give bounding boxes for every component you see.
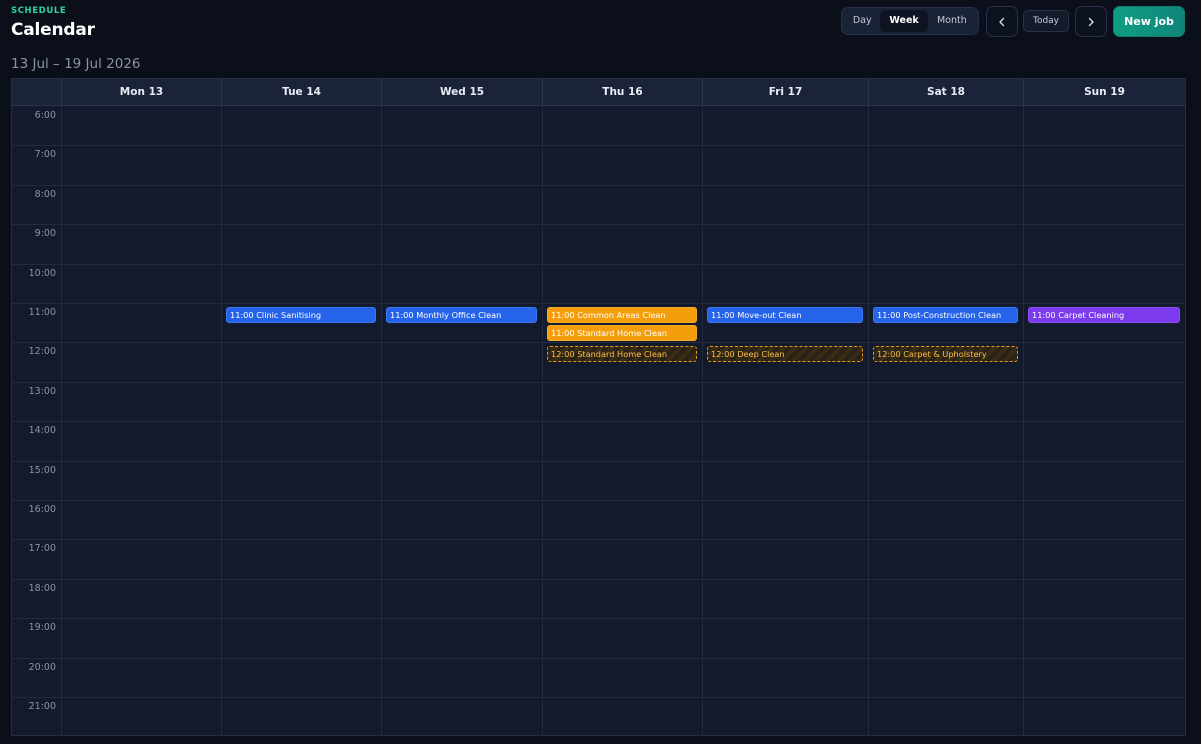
hour-divider bbox=[12, 224, 1185, 226]
previous-week-button[interactable] bbox=[986, 6, 1018, 37]
date-range-label: 13 Jul – 19 Jul 2026 bbox=[11, 56, 141, 72]
time-label: 21:00 bbox=[28, 701, 56, 712]
hour-divider bbox=[12, 578, 1185, 580]
week-grid: Mon 13 Tue 14 Wed 15 Thu 16 Fri 17 Sat 18 Sun … bbox=[11, 78, 1186, 736]
calendar-event[interactable]: 11:00 Carpet Cleaning bbox=[1028, 307, 1180, 323]
calendar-event[interactable]: 11:00 Move-out Clean bbox=[707, 307, 863, 323]
hour-divider bbox=[12, 460, 1185, 462]
time-label: 17:00 bbox=[28, 543, 56, 555]
day-header-row: Mon 13 Tue 14 Wed 15 Thu 16 Fri 17 Sat 18 Sun … bbox=[12, 79, 1185, 106]
time-label: 6:00 bbox=[34, 110, 56, 121]
time-label: 18:00 bbox=[28, 582, 56, 594]
today-button[interactable]: Today bbox=[1023, 10, 1069, 32]
calendar-event[interactable]: 11:00 Common Areas Clean bbox=[547, 307, 697, 323]
calendar-event[interactable]: 11:00 Post-Construction Clean bbox=[873, 307, 1018, 323]
calendar-event[interactable]: 12:00 Carpet & Upholstery bbox=[873, 346, 1018, 363]
calendar-event[interactable]: 12:00 Standard Home Clean bbox=[547, 346, 697, 363]
time-label: 12:00 bbox=[28, 346, 56, 358]
day-header-5: Sat 18 bbox=[868, 79, 1023, 106]
hour-divider bbox=[12, 342, 1185, 344]
hour-divider bbox=[12, 421, 1185, 423]
view-day-tab[interactable]: Day bbox=[844, 10, 880, 32]
time-label: 8:00 bbox=[34, 188, 56, 200]
calendar-event[interactable]: 11:00 Standard Home Clean bbox=[547, 324, 697, 341]
time-label: 11:00 bbox=[28, 307, 56, 318]
time-label: 13:00 bbox=[28, 385, 56, 397]
hour-divider bbox=[12, 303, 1185, 304]
time-label: 7:00 bbox=[34, 149, 56, 161]
hour-divider bbox=[12, 381, 1185, 383]
day-header-4: Fri 17 bbox=[702, 79, 868, 106]
time-label: 10:00 bbox=[28, 267, 56, 279]
hour-divider bbox=[12, 145, 1185, 147]
view-month-tab[interactable]: Month bbox=[928, 10, 976, 32]
day-header-6: Sun 19 bbox=[1023, 79, 1185, 106]
page-title: Calendar bbox=[11, 20, 95, 40]
hour-divider bbox=[12, 539, 1185, 541]
hour-divider bbox=[12, 263, 1185, 265]
day-header-1: Tue 14 bbox=[221, 79, 381, 106]
hour-divider bbox=[12, 500, 1185, 501]
time-label: 16:00 bbox=[28, 504, 56, 515]
calendar-event[interactable]: 11:00 Clinic Sanitising bbox=[226, 307, 376, 323]
time-label: 14:00 bbox=[28, 425, 56, 437]
time-label: 19:00 bbox=[28, 622, 56, 634]
chevron-left-icon bbox=[999, 17, 1005, 26]
hour-divider bbox=[12, 618, 1185, 620]
hour-divider bbox=[12, 697, 1185, 698]
hour-divider bbox=[12, 184, 1185, 186]
hour-divider bbox=[12, 657, 1185, 659]
next-week-button[interactable] bbox=[1075, 6, 1107, 37]
chevron-right-icon bbox=[1088, 17, 1094, 26]
day-header-2: Wed 15 bbox=[381, 79, 542, 106]
new-job-button[interactable]: New job bbox=[1113, 6, 1185, 37]
time-label: 15:00 bbox=[28, 464, 56, 476]
time-label: 20:00 bbox=[28, 661, 56, 673]
calendar-event[interactable]: 12:00 Deep Clean bbox=[707, 346, 863, 363]
view-switcher: Day Week Month bbox=[841, 7, 979, 35]
day-header-3: Thu 16 bbox=[542, 79, 702, 106]
section-eyebrow: SCHEDULE bbox=[11, 6, 67, 16]
time-label: 9:00 bbox=[34, 228, 56, 240]
calendar-event[interactable]: 11:00 Monthly Office Clean bbox=[386, 307, 537, 323]
day-header-0: Mon 13 bbox=[61, 79, 221, 106]
page-header: SCHEDULE Calendar Day Week Month Today N… bbox=[11, 0, 1191, 56]
view-week-tab[interactable]: Week bbox=[880, 10, 928, 32]
